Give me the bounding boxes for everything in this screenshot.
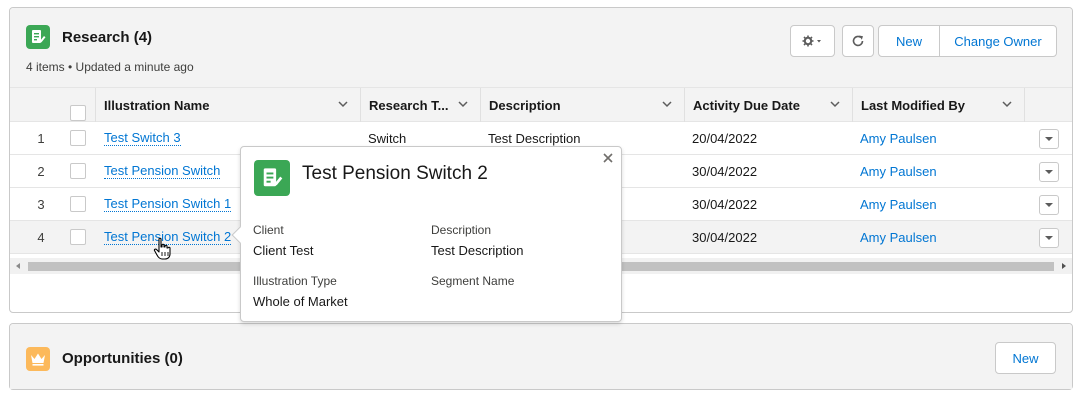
close-icon[interactable] [601, 151, 615, 165]
client-label: Client [253, 223, 284, 237]
scroll-left-icon[interactable] [14, 262, 22, 270]
research-doc-icon [26, 25, 50, 49]
column-label: Illustration Name [104, 97, 210, 113]
illustration-type-value: Whole of Market [253, 294, 348, 309]
description-value: Test Description [431, 243, 524, 258]
gear-icon [802, 35, 821, 47]
refresh-icon [852, 35, 864, 47]
research-doc-icon [254, 160, 290, 196]
illustration-type-label: Illustration Type [253, 274, 337, 288]
caret-down-icon [1045, 170, 1053, 174]
illustration-name-link[interactable]: Test Switch 3 [104, 130, 181, 146]
column-label: Last Modified By [861, 97, 966, 113]
caret-down-icon [1045, 203, 1053, 207]
description-label: Description [431, 223, 492, 237]
settings-menu-button[interactable] [790, 25, 835, 57]
chevron-down-icon[interactable] [1002, 99, 1012, 109]
caret-down-icon [1045, 137, 1053, 141]
opportunities-card-header: Opportunities (0) New [10, 324, 1072, 389]
column-label: Activity Due Date [693, 97, 800, 113]
row-number: 3 [37, 196, 45, 212]
caret-down-icon [1045, 236, 1053, 240]
chevron-down-icon[interactable] [338, 99, 348, 109]
row-checkbox[interactable] [70, 188, 86, 220]
modified-by-link[interactable]: Amy Paulsen [860, 164, 937, 179]
row-checkbox[interactable] [70, 221, 86, 253]
research-actions-group: New Change Owner [878, 25, 1057, 57]
due-date-cell: 30/04/2022 [692, 196, 758, 212]
row-number: 1 [37, 130, 45, 146]
row-action-menu-button[interactable] [1039, 228, 1059, 248]
research-card-header: Research (4) 4 items • Updated a minute … [10, 8, 1072, 88]
hand-cursor-icon [153, 237, 171, 260]
row-checkbox[interactable] [70, 122, 86, 154]
chevron-down-icon[interactable] [830, 99, 840, 109]
research-title[interactable]: Research (4) [62, 29, 152, 46]
client-link[interactable]: Client Test [253, 243, 313, 258]
row-action-menu-button[interactable] [1039, 129, 1059, 149]
column-last-modified-by[interactable]: Last Modified By [852, 88, 1024, 122]
row-checkbox[interactable] [70, 155, 86, 187]
chevron-down-icon[interactable] [662, 99, 672, 109]
row-number: 4 [37, 229, 45, 245]
table-header: Illustration Name Research T... Descript… [10, 88, 1072, 122]
column-activity-due-date[interactable]: Activity Due Date [684, 88, 852, 122]
chevron-down-icon[interactable] [458, 99, 468, 109]
new-opportunity-button[interactable]: New [995, 342, 1056, 374]
segment-name-label: Segment Name [431, 274, 515, 288]
due-date-cell: 30/04/2022 [692, 163, 758, 179]
column-actions [1024, 88, 1074, 122]
illustration-name-link[interactable]: Test Pension Switch [104, 163, 221, 179]
research-subtitle: 4 items • Updated a minute ago [26, 60, 194, 74]
column-label: Research T... [369, 97, 449, 113]
change-owner-button[interactable]: Change Owner [939, 26, 1056, 56]
record-preview-popover: Test Pension Switch 2 Client Client Test… [231, 146, 622, 322]
column-research-type[interactable]: Research T... [360, 88, 480, 122]
column-illustration-name[interactable]: Illustration Name [95, 88, 360, 122]
new-research-button[interactable]: New [879, 26, 939, 56]
due-date-cell: 20/04/2022 [692, 130, 758, 146]
modified-by-link[interactable]: Amy Paulsen [860, 131, 937, 146]
column-description[interactable]: Description [480, 88, 684, 122]
crown-icon [26, 347, 50, 371]
modified-by-link[interactable]: Amy Paulsen [860, 197, 937, 212]
column-label: Description [489, 97, 561, 113]
row-number: 2 [37, 163, 45, 179]
popover-title: Test Pension Switch 2 [302, 163, 488, 184]
opportunities-related-list: Opportunities (0) New [9, 323, 1073, 390]
illustration-name-link[interactable]: Test Pension Switch 1 [104, 196, 232, 212]
refresh-button[interactable] [842, 25, 874, 57]
due-date-cell: 30/04/2022 [692, 229, 758, 245]
row-action-menu-button[interactable] [1039, 162, 1059, 182]
opportunities-title[interactable]: Opportunities (0) [62, 350, 183, 367]
row-action-menu-button[interactable] [1039, 195, 1059, 215]
scroll-right-icon[interactable] [1060, 262, 1068, 270]
modified-by-link[interactable]: Amy Paulsen [860, 230, 937, 245]
